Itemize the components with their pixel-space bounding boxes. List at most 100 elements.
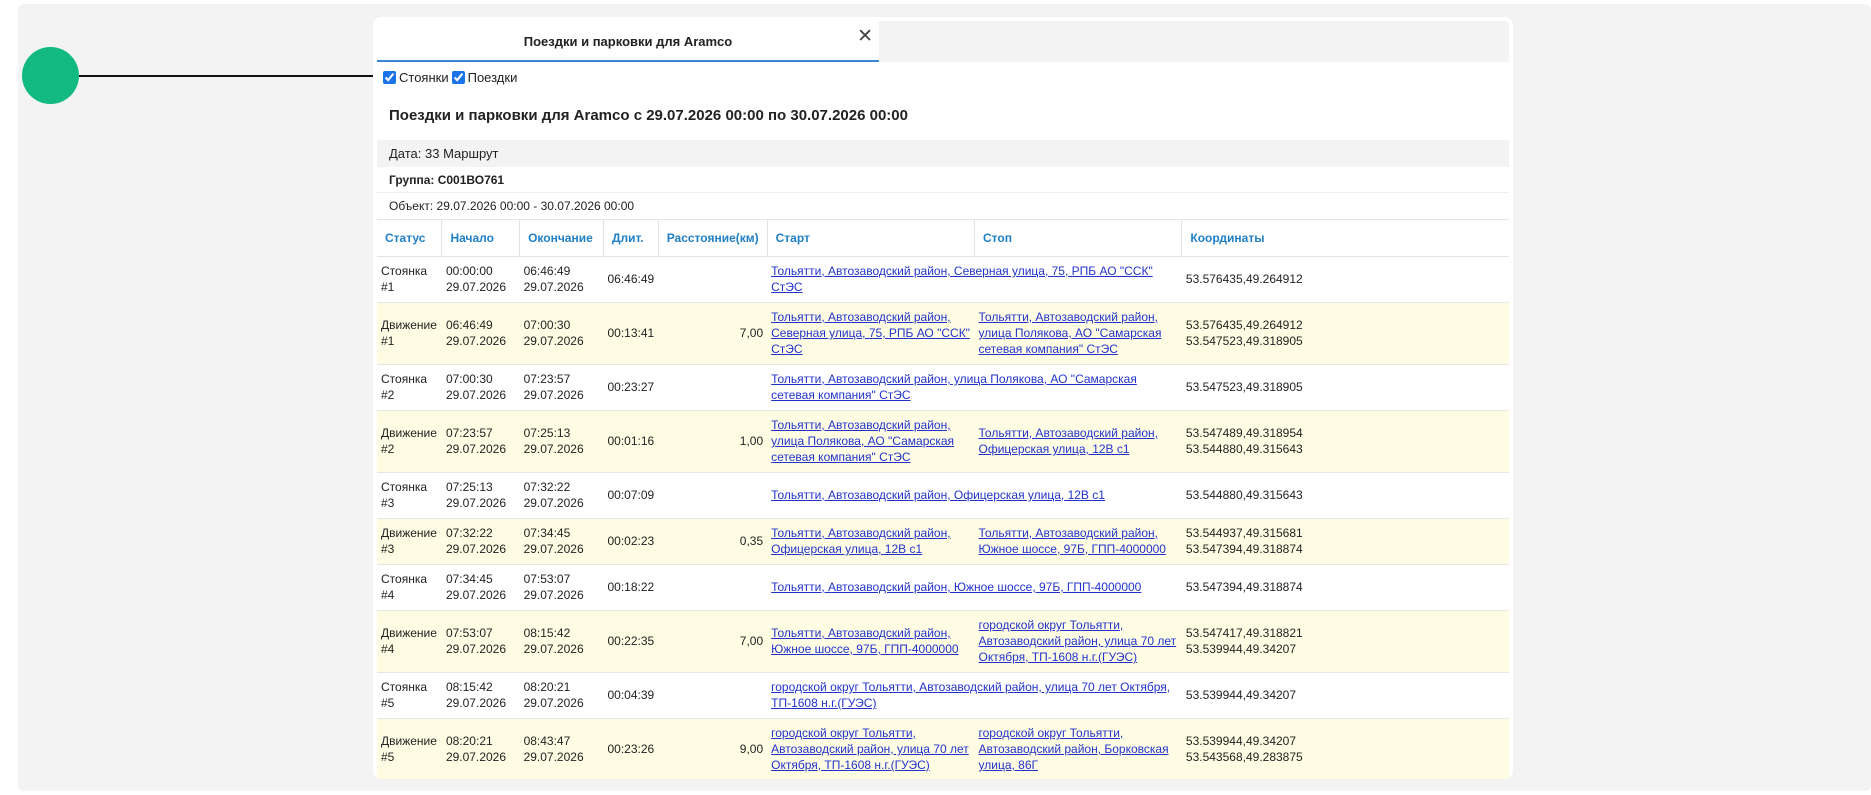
header-duration[interactable]: Длит. xyxy=(603,220,659,257)
coordinates-cell: 53.547394,49.318874 xyxy=(1181,564,1509,611)
end-time: 07:34:45 xyxy=(523,526,571,540)
coordinates-cell: 53.547489,49.318954 53.544880,49.315643 xyxy=(1181,410,1509,473)
stop-address-link[interactable]: Тольятти, Автозаводский район, Офицерска… xyxy=(979,426,1158,456)
distance-cell xyxy=(658,256,768,303)
end-time: 07:32:22 xyxy=(523,480,571,494)
stop-address-link[interactable]: Тольятти, Автозаводский район, улица Пол… xyxy=(979,310,1162,356)
date-line: Дата: 33 Маршрут xyxy=(377,140,1509,167)
start-address-link[interactable]: Тольятти, Автозаводский район, Офицерска… xyxy=(771,488,1105,502)
duration-cell: 00:23:27 xyxy=(603,364,659,411)
table-row: Движение #5 08:20:21 29.07.2026 08:43:47 29.… xyxy=(377,718,1509,779)
coordinates-cell: 53.539944,49.34207 xyxy=(1181,672,1509,719)
coordinate-start: 53.576435,49.264912 xyxy=(1185,318,1303,332)
start-date: 29.07.2026 xyxy=(445,496,507,510)
start-cell: 07:00:30 29.07.2026 xyxy=(441,364,520,411)
end-time: 07:25:13 xyxy=(523,426,571,440)
coordinates-cell: 53.544880,49.315643 xyxy=(1181,472,1509,519)
end-time: 06:46:49 xyxy=(523,264,571,278)
end-time: 08:15:42 xyxy=(523,626,571,640)
end-cell: 08:43:47 29.07.2026 xyxy=(519,718,604,779)
distance-cell xyxy=(658,472,768,519)
close-icon[interactable]: ✕ xyxy=(857,27,873,46)
table-row: Движение #1 06:46:49 29.07.2026 07:00:30 29.… xyxy=(377,302,1509,365)
start-address-cell: Тольятти, Автозаводский район, улица Пол… xyxy=(767,410,975,473)
start-date: 29.07.2026 xyxy=(445,750,507,764)
start-address-link[interactable]: Тольятти, Автозаводский район, Южное шос… xyxy=(771,580,1141,594)
duration-cell: 00:04:39 xyxy=(603,672,659,719)
trips-checkbox[interactable] xyxy=(451,71,465,84)
coordinate-end: 53.543568,49.283875 xyxy=(1185,750,1303,764)
start-address-link[interactable]: Тольятти, Автозаводский район, улица Пол… xyxy=(771,418,954,464)
stop-address-cell: Тольятти, Автозаводский район, Южное шос… xyxy=(974,518,1182,565)
start-cell: 06:46:49 29.07.2026 xyxy=(441,302,520,365)
start-address-link[interactable]: Тольятти, Автозаводский район, Северная … xyxy=(771,264,1153,294)
table-row: Стоянка #3 07:25:13 29.07.2026 07:32:22 29.0… xyxy=(377,472,1509,519)
object-line: Объект: 29.07.2026 00:00 - 30.07.2026 00… xyxy=(377,193,1509,220)
table-row: Стоянка #4 07:34:45 29.07.2026 07:53:07 29.0… xyxy=(377,564,1509,611)
start-cell: 00:00:00 29.07.2026 xyxy=(441,256,520,303)
tab-report[interactable]: Поездки и парковки для Aramco ✕ xyxy=(377,21,879,62)
status-cell: Стоянка #1 xyxy=(377,256,442,303)
coordinate-end: 53.539944,49.34207 xyxy=(1185,642,1297,656)
stop-address-link[interactable]: Тольятти, Автозаводский район, Южное шос… xyxy=(979,526,1166,556)
start-cell: 07:32:22 29.07.2026 xyxy=(441,518,520,565)
end-cell: 08:15:42 29.07.2026 xyxy=(519,610,604,673)
coordinate-start: 53.544937,49.315681 xyxy=(1185,526,1303,540)
stop-address-link[interactable]: городской округ Тольятти, Автозаводский … xyxy=(979,618,1177,664)
header-start-address[interactable]: Старт xyxy=(767,220,976,257)
start-address-link[interactable]: Тольятти, Автозаводский район, Северная … xyxy=(771,310,970,356)
header-start-time[interactable]: Начало xyxy=(441,220,521,257)
header-end-time[interactable]: Окончание xyxy=(519,220,604,257)
start-address-cell: Тольятти, Автозаводский район, Северная … xyxy=(767,256,1182,303)
start-cell: 07:34:45 29.07.2026 xyxy=(441,564,520,611)
coordinate-start: 53.539944,49.34207 xyxy=(1185,688,1297,702)
start-date: 29.07.2026 xyxy=(445,442,507,456)
distance-cell xyxy=(658,564,768,611)
table-row: Стоянка #5 08:15:42 29.07.2026 08:20:21 29.0… xyxy=(377,672,1509,719)
filter-trips[interactable]: Поездки xyxy=(451,70,517,85)
header-status[interactable]: Статус xyxy=(377,220,443,257)
start-time: 08:15:42 xyxy=(445,680,493,694)
table-row: Стоянка #1 00:00:00 29.07.2026 06:46:49 29.0… xyxy=(377,256,1509,303)
start-address-cell: Тольятти, Автозаводский район, Офицерска… xyxy=(767,472,1182,519)
annotation-marker-line xyxy=(79,75,383,77)
header-coordinates[interactable]: Координаты xyxy=(1181,220,1509,257)
start-address-link[interactable]: Тольятти, Автозаводский район, Южное шос… xyxy=(771,626,958,656)
tab-bar: Поездки и парковки для Aramco ✕ xyxy=(377,21,1509,62)
start-address-cell: Тольятти, Автозаводский район, Южное шос… xyxy=(767,610,975,673)
end-date: 29.07.2026 xyxy=(523,280,584,294)
coordinate-end: 53.547523,49.318905 xyxy=(1185,334,1303,348)
start-address-link[interactable]: городской округ Тольятти, Автозаводский … xyxy=(771,680,1170,710)
filter-stops[interactable]: Стоянки xyxy=(383,70,449,85)
start-time: 07:25:13 xyxy=(445,480,493,494)
end-date: 29.07.2026 xyxy=(523,388,584,402)
stops-checkbox[interactable] xyxy=(383,71,396,84)
distance-cell: 9,00 xyxy=(658,718,768,779)
start-date: 29.07.2026 xyxy=(445,588,507,602)
coordinates-cell: 53.576435,49.264912 53.547523,49.318905 xyxy=(1181,302,1509,365)
start-address-link[interactable]: Тольятти, Автозаводский район, улица Пол… xyxy=(771,372,1137,402)
header-stop-address[interactable]: Стоп xyxy=(974,220,1183,257)
status-cell: Стоянка #4 xyxy=(377,564,442,611)
stop-address-link[interactable]: городской округ Тольятти, Автозаводский … xyxy=(979,726,1169,772)
end-date: 29.07.2026 xyxy=(523,542,584,556)
start-address-cell: Тольятти, Автозаводский район, Южное шос… xyxy=(767,564,1182,611)
start-address-link[interactable]: Тольятти, Автозаводский район, Офицерска… xyxy=(771,526,950,556)
end-cell: 07:34:45 29.07.2026 xyxy=(519,518,604,565)
end-date: 29.07.2026 xyxy=(523,642,584,656)
trips-table: Статус Начало Окончание Длит. Расстояние… xyxy=(377,220,1509,779)
stop-address-cell: Тольятти, Автозаводский район, улица Пол… xyxy=(974,302,1182,365)
end-cell: 06:46:49 29.07.2026 xyxy=(519,256,604,303)
duration-cell: 00:02:23 xyxy=(603,518,659,565)
table-row: Стоянка #2 07:00:30 29.07.2026 07:23:57 29.0… xyxy=(377,364,1509,411)
start-time: 06:46:49 xyxy=(445,318,493,332)
coordinate-end: 53.544880,49.315643 xyxy=(1185,442,1303,456)
start-date: 29.07.2026 xyxy=(445,642,507,656)
start-address-link[interactable]: городской округ Тольятти, Автозаводский … xyxy=(771,726,969,772)
coordinate-start: 53.547489,49.318954 xyxy=(1185,426,1303,440)
coordinate-start: 53.576435,49.264912 xyxy=(1185,272,1303,286)
start-address-cell: городской округ Тольятти, Автозаводский … xyxy=(767,718,975,779)
annotation-marker-dot xyxy=(22,47,79,104)
coordinates-cell: 53.547417,49.318821 53.539944,49.34207 xyxy=(1181,610,1509,673)
header-distance[interactable]: Расстояние(км) xyxy=(658,220,768,257)
